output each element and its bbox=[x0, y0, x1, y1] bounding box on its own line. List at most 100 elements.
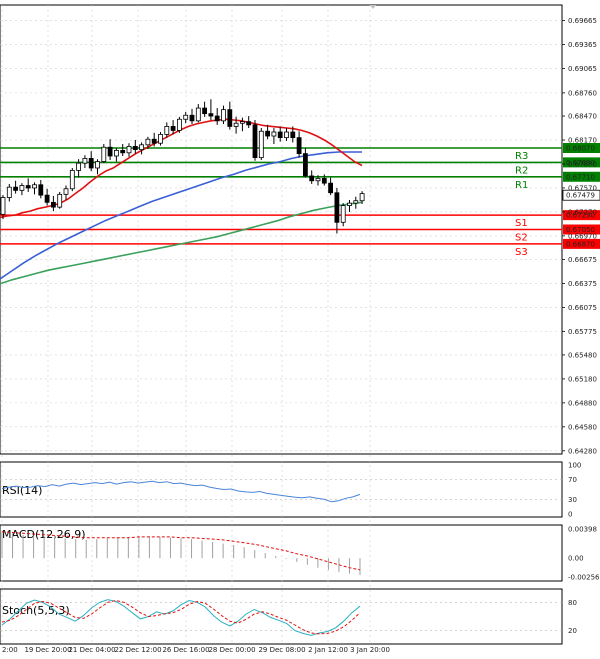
candle-down bbox=[13, 186, 19, 191]
price-tick-label: 0.66375 bbox=[568, 280, 597, 288]
candle-down bbox=[246, 121, 252, 126]
candle-down bbox=[214, 115, 220, 122]
candle-up bbox=[101, 146, 107, 162]
candle-down bbox=[321, 177, 327, 184]
price-tick-label: 0.67570 bbox=[568, 184, 597, 192]
time-axis: 2:00 19 Dec 20:0021 Dec 04:0022 Dec 12:00… bbox=[2, 646, 390, 654]
candle-down bbox=[265, 130, 271, 137]
time-tick-label: 19 Dec 20:00 bbox=[24, 646, 71, 654]
stoch-tick-label: 20 bbox=[568, 627, 577, 635]
time-tick-label: 2 Jan 12:00 bbox=[308, 646, 348, 654]
price-tick-label: 0.67270 bbox=[568, 208, 597, 216]
rsi-tick-label: 70 bbox=[568, 476, 577, 484]
last-price-label: 0.67479 bbox=[566, 192, 595, 200]
time-tick-label: 28 Dec 00:00 bbox=[208, 646, 255, 654]
candlesticks bbox=[0, 99, 365, 234]
price-tick-label: 0.66075 bbox=[568, 304, 597, 312]
candle-up bbox=[69, 169, 75, 190]
price-tick-label: 0.67870 bbox=[568, 160, 597, 168]
level-name-s1: S1 bbox=[515, 218, 528, 229]
candle-up bbox=[19, 185, 25, 191]
candle-down bbox=[227, 109, 233, 127]
candle-down bbox=[170, 126, 176, 131]
price-tick-label: 0.66675 bbox=[568, 256, 597, 264]
candle-up bbox=[176, 118, 182, 131]
price-tick-label: 0.65480 bbox=[568, 351, 597, 359]
candle-down bbox=[290, 131, 296, 139]
candle-down bbox=[25, 185, 31, 189]
candle-up bbox=[195, 107, 201, 122]
candle-down bbox=[202, 107, 208, 115]
panel-frames bbox=[0, 4, 563, 645]
price-tick-label: 0.68170 bbox=[568, 137, 597, 145]
candle-up bbox=[82, 157, 88, 164]
scroll-marker-icon[interactable] bbox=[370, 5, 376, 9]
level-name-r2: R2 bbox=[515, 165, 528, 176]
level-price-label-r1: 0.67710 bbox=[566, 173, 595, 181]
macd-panel: MACD(12,26,9) 0.003980.00-0.002566 bbox=[1, 526, 600, 582]
candle-up bbox=[315, 177, 321, 182]
candle-up bbox=[183, 114, 189, 120]
candle-up bbox=[158, 134, 163, 144]
price-tick-label: 0.69365 bbox=[568, 41, 597, 49]
price-tick-label: 0.64580 bbox=[568, 423, 597, 431]
candle-down bbox=[277, 131, 283, 139]
candle-up bbox=[347, 202, 352, 206]
candle-down bbox=[334, 192, 340, 223]
candle-up bbox=[353, 200, 359, 204]
level-price-label-r3: 0.68070 bbox=[566, 145, 595, 153]
candle-up bbox=[258, 130, 264, 158]
candle-up bbox=[284, 131, 289, 139]
candle-down bbox=[120, 150, 126, 154]
time-tick-label: 22 Dec 12:00 bbox=[114, 646, 161, 654]
rsi-panel-frame bbox=[0, 461, 563, 518]
price-tick-label: 0.69065 bbox=[568, 65, 597, 73]
candle-up bbox=[239, 121, 245, 124]
time-tick-label: 29 Dec 08:00 bbox=[258, 646, 305, 654]
price-tick-label: 0.64280 bbox=[568, 447, 597, 455]
candle-down bbox=[132, 146, 138, 151]
level-name-s2: S2 bbox=[515, 233, 528, 244]
candle-up bbox=[145, 138, 151, 146]
candle-down bbox=[296, 137, 302, 155]
candle-down bbox=[189, 114, 195, 122]
candle-up bbox=[221, 109, 226, 122]
candle-up bbox=[6, 186, 12, 198]
time-tick-label: 2:00 bbox=[2, 646, 18, 654]
candle-down bbox=[328, 182, 334, 194]
grid-lines bbox=[0, 5, 562, 644]
candle-down bbox=[309, 175, 315, 182]
rsi-tick-label: 30 bbox=[568, 496, 577, 504]
level-name-r3: R3 bbox=[515, 151, 528, 162]
stoch-label: Stoch(5,5,3) bbox=[2, 604, 70, 617]
moving-averages bbox=[0, 118, 363, 285]
level-name-s3: S3 bbox=[515, 247, 528, 258]
rsi-panel: RSI(14) 10070300 bbox=[0, 462, 581, 519]
candle-down bbox=[44, 194, 50, 203]
price-tick-label: 0.68470 bbox=[568, 113, 597, 121]
candle-up bbox=[271, 131, 277, 137]
rsi-tick-label: 100 bbox=[568, 462, 581, 470]
price-tick-label: 0.68760 bbox=[568, 89, 597, 97]
candle-up bbox=[0, 197, 6, 215]
candle-up bbox=[233, 122, 239, 127]
price-tick-label: 0.65775 bbox=[568, 328, 597, 336]
candle-down bbox=[88, 157, 94, 169]
candle-up bbox=[114, 150, 119, 157]
level-name-r1: R1 bbox=[515, 180, 528, 191]
candle-down bbox=[252, 124, 258, 158]
price-axis: 0.69665 0.69365 0.69065 0.68760 0.68470 0.681… bbox=[562, 17, 597, 455]
stoch-panel: Stoch(5,5,3) 80 20 bbox=[0, 599, 577, 636]
time-tick-label: 21 Dec 04:00 bbox=[68, 646, 115, 654]
stoch-panel-frame bbox=[0, 588, 563, 645]
candle-down bbox=[208, 113, 214, 117]
forex-chart: R30.68070R20.67890R10.67710S10.67230S20.… bbox=[0, 4, 600, 654]
macd-tick-label: -0.002566 bbox=[568, 574, 600, 582]
candle-down bbox=[38, 184, 44, 196]
price-tick-label: 0.65180 bbox=[568, 375, 597, 383]
rsi-line bbox=[1, 480, 361, 503]
price-tick-label: 0.69665 bbox=[568, 17, 597, 25]
rsi-tick-label: 0 bbox=[568, 511, 572, 519]
macd-tick-label: 0.00 bbox=[568, 555, 584, 563]
macd-tick-label: 0.00398 bbox=[568, 526, 597, 534]
